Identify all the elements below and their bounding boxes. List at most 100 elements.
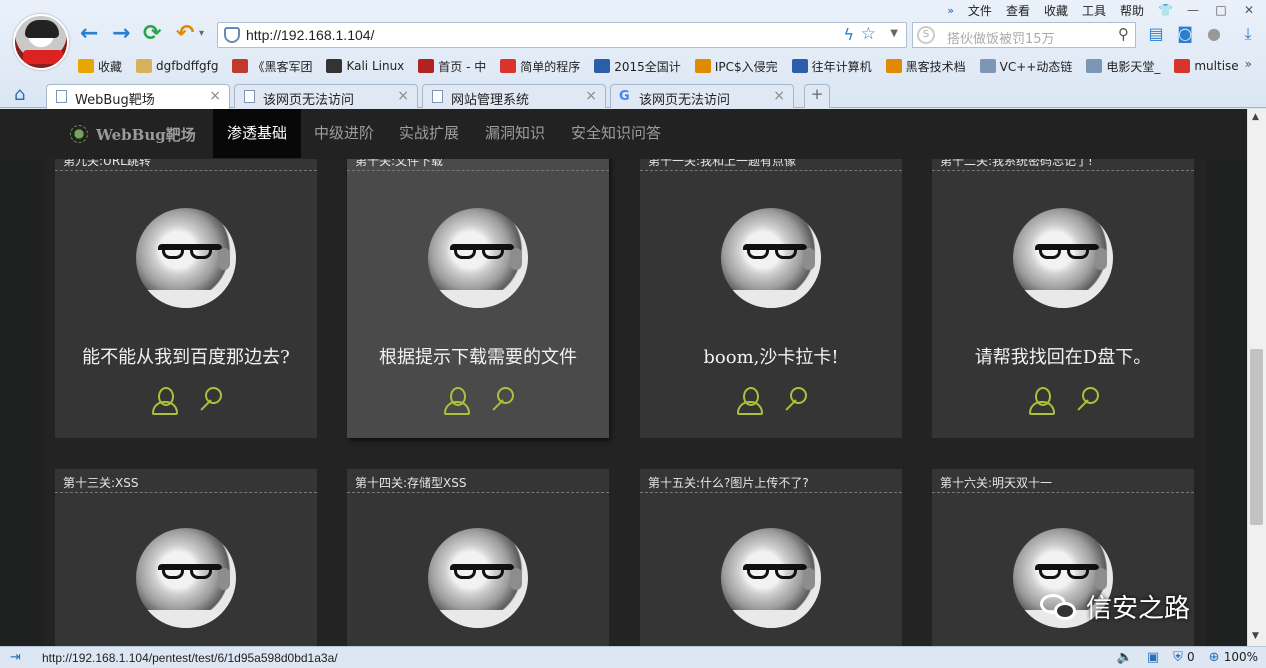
- bookmark-label: 黑客技术档: [905, 59, 966, 74]
- volume-icon[interactable]: 🔈: [1117, 650, 1133, 665]
- bookmark-item[interactable]: 黑客技术档: [885, 58, 966, 75]
- bookmark-item[interactable]: 简单的程序: [500, 58, 580, 75]
- user-icon[interactable]: [151, 387, 178, 415]
- bookmark-item[interactable]: multise: [1174, 59, 1239, 73]
- brand-label: WebBug靶场: [96, 126, 196, 144]
- bookmark-item[interactable]: 2015全国计: [594, 58, 681, 75]
- back-icon[interactable]: ←: [80, 22, 98, 46]
- bookmark-item[interactable]: 往年计算机: [791, 58, 872, 75]
- bookmark-item[interactable]: VC++动态链: [979, 58, 1072, 75]
- tab-webbug[interactable]: WebBug靶场 ×: [46, 84, 230, 109]
- home-icon[interactable]: ⌂: [14, 84, 25, 105]
- nav-security-qa[interactable]: 安全知识问答: [557, 109, 675, 158]
- site-icon: [885, 59, 902, 73]
- level-card-15[interactable]: 第十五关:什么?图片上传不了?: [640, 469, 902, 646]
- forward-icon[interactable]: →: [112, 22, 130, 46]
- window-icon[interactable]: ▣: [1147, 650, 1159, 665]
- nav-pentest-basics[interactable]: 渗透基础: [213, 109, 302, 158]
- maximize-button[interactable]: □: [1214, 3, 1228, 17]
- menu-file[interactable]: 文件: [968, 2, 992, 19]
- tab-site-admin[interactable]: 网站管理系统 ×: [422, 84, 606, 108]
- refresh-icon[interactable]: ⟳: [143, 22, 161, 46]
- paw-icon: [594, 59, 611, 73]
- search-input[interactable]: 搭伙做饭被罚15万: [947, 28, 1055, 47]
- minimize-button[interactable]: —: [1186, 3, 1200, 17]
- avatar-image: [721, 208, 821, 308]
- shield-counter[interactable]: ⛨ 0: [1173, 650, 1195, 665]
- close-window-button[interactable]: ✕: [1242, 3, 1256, 17]
- user-icon[interactable]: [443, 387, 470, 415]
- undo-icon[interactable]: ↶: [176, 22, 194, 46]
- close-tab-icon[interactable]: ×: [773, 88, 785, 104]
- search-engine-icon[interactable]: S: [917, 26, 935, 44]
- site-brand[interactable]: WebBug靶场: [70, 124, 196, 145]
- level-card-11[interactable]: 第十一关:我和上一题有点像 boom,沙卡拉卡!: [640, 147, 902, 438]
- avatar-hair: [25, 20, 59, 38]
- key-icon[interactable]: [1072, 387, 1099, 413]
- address-dropdown-icon[interactable]: ▼: [890, 28, 898, 39]
- bookmark-item[interactable]: 《黑客军团: [232, 58, 312, 75]
- bookmark-item[interactable]: Kali Linux: [326, 59, 404, 73]
- menu-help[interactable]: 帮助: [1120, 2, 1144, 19]
- level-card-9[interactable]: 第九关:URL跳转 能不能从我到百度那边去?: [55, 147, 317, 438]
- key-icon[interactable]: [195, 387, 222, 413]
- zoom-icon[interactable]: ⊕ 100%: [1209, 650, 1258, 665]
- sidebar-toggle-icon[interactable]: ⇥: [10, 650, 21, 665]
- download-icon[interactable]: ⤓: [1238, 24, 1258, 44]
- lightning-icon[interactable]: ϟ: [843, 25, 854, 44]
- translate-icon[interactable]: ◙: [1175, 24, 1195, 44]
- tab-page-unavailable-google[interactable]: G 该网页无法访问 ×: [610, 84, 794, 108]
- skin-icon[interactable]: 👕: [1158, 3, 1173, 17]
- level-card-10[interactable]: 第十关:文件下载 根据提示下载需要的文件: [347, 147, 609, 438]
- expand-icon[interactable]: »: [947, 4, 954, 17]
- block-count: 0: [1187, 650, 1195, 664]
- search-icon[interactable]: ⚲: [1118, 25, 1129, 43]
- close-tab-icon[interactable]: ×: [209, 88, 221, 104]
- bookmark-star-icon[interactable]: ☆: [861, 24, 876, 44]
- level-card-13[interactable]: 第十三关:XSS: [55, 469, 317, 646]
- level-card-14[interactable]: 第十四关:存储型XSS: [347, 469, 609, 646]
- more-icon[interactable]: ●: [1204, 24, 1224, 44]
- tab-label: WebBug靶场: [75, 93, 155, 108]
- menu-favorites[interactable]: 收藏: [1044, 2, 1068, 19]
- user-icon[interactable]: [1028, 387, 1055, 415]
- card-title: 第十六关:明天双十一: [932, 469, 1194, 493]
- scroll-down-icon[interactable]: ▼: [1252, 631, 1259, 641]
- close-tab-icon[interactable]: ×: [585, 88, 597, 104]
- close-tab-icon[interactable]: ×: [397, 88, 409, 104]
- bookmark-item[interactable]: 首页 - 中: [418, 58, 486, 75]
- tab-label: 网站管理系统: [451, 93, 530, 108]
- bookmark-item[interactable]: dgfbdffgfg: [136, 59, 218, 73]
- scroll-up-icon[interactable]: ▲: [1252, 112, 1259, 122]
- card-description: 请帮我找回在D盘下。: [974, 347, 1152, 368]
- bookmarks-overflow-icon[interactable]: »: [1245, 57, 1252, 71]
- nav-vuln-knowledge[interactable]: 漏洞知识: [471, 109, 559, 158]
- address-input[interactable]: http://192.168.1.104/: [246, 27, 374, 43]
- menu-tools[interactable]: 工具: [1082, 2, 1106, 19]
- page-scrollbar[interactable]: ▲ ▼: [1247, 109, 1266, 646]
- site-icon: [232, 59, 249, 73]
- bug-logo-icon: [70, 125, 88, 143]
- c-icon: [500, 59, 517, 73]
- user-avatar[interactable]: [13, 14, 69, 70]
- card-description: 能不能从我到百度那边去?: [82, 347, 290, 368]
- address-bar[interactable]: http://192.168.1.104/ ϟ ☆ ▼: [217, 22, 907, 48]
- new-tab-button[interactable]: +: [804, 84, 830, 108]
- nav-intermediate[interactable]: 中级进阶: [300, 109, 388, 158]
- sidebar-icon[interactable]: ▤: [1146, 24, 1166, 44]
- level-card-12[interactable]: 第十二关:我系统密码忘记了! 请帮我找回在D盘下。: [932, 147, 1194, 438]
- undo-dropdown-icon[interactable]: ▾: [199, 22, 204, 46]
- bookmark-item[interactable]: 电影天堂_: [1086, 58, 1160, 75]
- scrollbar-thumb[interactable]: [1250, 349, 1263, 525]
- tab-page-unavailable[interactable]: 该网页无法访问 ×: [234, 84, 418, 108]
- menu-view[interactable]: 查看: [1006, 2, 1030, 19]
- key-icon[interactable]: [780, 387, 807, 413]
- key-icon[interactable]: [487, 387, 514, 413]
- bookmark-item[interactable]: 收藏: [78, 58, 122, 75]
- tab-bar: ⌂ WebBug靶场 × 该网页无法访问 × 网站管理系统 × G 该网页无法访…: [0, 81, 1266, 109]
- bookmark-item[interactable]: IPC$入侵完: [694, 58, 778, 75]
- user-icon[interactable]: [736, 387, 763, 415]
- avatar-image: [136, 208, 236, 308]
- nav-practical[interactable]: 实战扩展: [385, 109, 473, 158]
- search-box[interactable]: S 搭伙做饭被罚15万 ⚲: [912, 22, 1136, 48]
